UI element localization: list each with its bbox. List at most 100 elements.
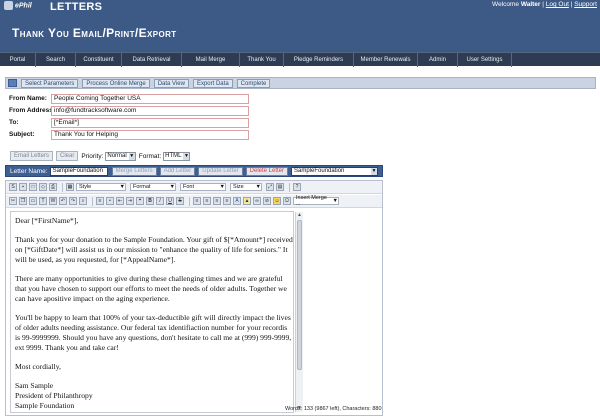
letter-name-input[interactable]: SampleFoundation bbox=[49, 166, 108, 176]
chevron-down-icon: ▼ bbox=[119, 184, 125, 190]
chevron-down-icon: ▼ bbox=[128, 152, 135, 160]
from-address-label: From Address: bbox=[9, 107, 55, 114]
update-letter-button[interactable]: Update Letter bbox=[198, 166, 243, 176]
nav-constituent[interactable]: Constituent bbox=[76, 53, 122, 67]
new-page-icon[interactable]: □ bbox=[29, 183, 37, 191]
underline-icon[interactable]: U bbox=[166, 197, 174, 205]
source-icon[interactable]: S bbox=[9, 183, 17, 191]
nav-portal[interactable]: Portal bbox=[0, 53, 36, 67]
letter-greeting: Dear [*FirstName*], bbox=[15, 216, 79, 225]
redo-icon[interactable]: ↷ bbox=[69, 197, 77, 205]
nav-user-settings[interactable]: User Settings bbox=[458, 53, 512, 67]
step-select-parameters[interactable]: Select Parameters bbox=[21, 78, 79, 88]
bullet-list-icon[interactable]: • bbox=[106, 197, 114, 205]
nav-pledge-reminders[interactable]: Pledge Reminders bbox=[284, 53, 354, 67]
numbered-list-icon[interactable]: ≡ bbox=[96, 197, 104, 205]
format-select[interactable]: HTML ▼ bbox=[163, 151, 191, 161]
strike-icon[interactable]: S bbox=[176, 197, 184, 205]
chevron-down-icon: ▼ bbox=[183, 152, 190, 160]
preview-icon[interactable]: ◇ bbox=[39, 183, 47, 191]
scroll-up-icon[interactable]: ▲ bbox=[296, 212, 303, 219]
blockquote-icon[interactable]: ❝ bbox=[136, 197, 144, 205]
email-controls: Email Letters Clear Priority: Normal ▼ Fo… bbox=[10, 151, 193, 161]
header: ePhil LETTERS Welcome Walter | Log Out |… bbox=[0, 0, 600, 52]
indent-icon[interactable]: ⇥ bbox=[126, 197, 134, 205]
smiley-icon[interactable]: ☺ bbox=[273, 197, 281, 205]
step-data-view[interactable]: Data View bbox=[153, 78, 189, 88]
add-letter-button[interactable]: Add Letter bbox=[159, 166, 196, 176]
nav-admin[interactable]: Admin bbox=[418, 53, 458, 67]
style-label: Style bbox=[79, 184, 92, 190]
main-nav: Portal Search Constituent Data Retrieval… bbox=[0, 52, 600, 67]
subject-input[interactable]: Thank You for Helping bbox=[51, 130, 249, 140]
nav-member-renewals[interactable]: Member Renewals bbox=[354, 53, 418, 67]
merge-letters-button[interactable]: Merge Letters bbox=[111, 166, 157, 176]
justify-icon[interactable]: ≡ bbox=[223, 197, 231, 205]
font-dropdown[interactable]: Font ▼ bbox=[180, 183, 226, 191]
letter-bar: Letter Name: SampleFoundation Merge Lett… bbox=[5, 165, 383, 177]
logout-link[interactable]: Log Out bbox=[546, 1, 569, 8]
letter-name-label: Letter Name: bbox=[10, 167, 48, 175]
editor-scrollbar[interactable]: ▲ ▼ bbox=[295, 212, 303, 412]
logo-icon bbox=[4, 1, 13, 10]
email-letters-button[interactable]: Email Letters bbox=[10, 151, 54, 161]
nav-data-retrieval[interactable]: Data Retrieval bbox=[122, 53, 182, 67]
letters-app: ePhil LETTERS Welcome Walter | Log Out |… bbox=[0, 0, 600, 416]
chevron-down-icon: ▼ bbox=[255, 184, 261, 190]
maximize-icon[interactable]: ⤢ bbox=[266, 183, 274, 191]
priority-select[interactable]: Normal ▼ bbox=[105, 151, 136, 161]
template-icon[interactable]: ▦ bbox=[66, 183, 74, 191]
paste-word-icon[interactable]: W bbox=[49, 197, 57, 205]
delete-letter-button[interactable]: Delete Letter bbox=[245, 166, 289, 176]
letter-content[interactable]: Dear [*FirstName*], Thank you for your d… bbox=[10, 211, 294, 413]
align-left-icon[interactable]: ≡ bbox=[193, 197, 201, 205]
support-link[interactable]: Support bbox=[574, 1, 597, 8]
save-icon[interactable]: ▪ bbox=[19, 183, 27, 191]
bg-color-icon[interactable]: ▲ bbox=[243, 197, 251, 205]
steps-icon bbox=[8, 79, 17, 87]
from-name-input[interactable]: People Coming Together USA bbox=[51, 94, 249, 104]
letter-editor: S ▪ □ ◇ ⎙ ▦ Style ▼ Format ▼ Font ▼ Size ▼ ⤢… bbox=[5, 180, 383, 416]
welcome-prefix: Welcome bbox=[492, 1, 521, 8]
about-icon[interactable]: ? bbox=[293, 183, 301, 191]
nav-search[interactable]: Search bbox=[36, 53, 76, 67]
paste-text-icon[interactable]: T bbox=[39, 197, 47, 205]
align-center-icon[interactable]: ≡ bbox=[203, 197, 211, 205]
text-color-icon[interactable]: A bbox=[233, 197, 241, 205]
letter-select[interactable]: SampleFoundation ▼ bbox=[291, 166, 379, 176]
cut-icon[interactable]: ✂ bbox=[9, 197, 17, 205]
nav-thank-you[interactable]: Thank You bbox=[240, 53, 284, 67]
to-input[interactable]: [*Email*] bbox=[51, 118, 249, 128]
outdent-icon[interactable]: ⇤ bbox=[116, 197, 124, 205]
copy-icon[interactable]: ❐ bbox=[19, 197, 27, 205]
editor-toolbar-1: S ▪ □ ◇ ⎙ ▦ Style ▼ Format ▼ Font ▼ Size ▼ ⤢… bbox=[6, 181, 382, 194]
undo-icon[interactable]: ↶ bbox=[59, 197, 67, 205]
insert-merge-dropdown[interactable]: Insert Merge ... ▼ bbox=[293, 195, 339, 207]
format-dropdown[interactable]: Format ▼ bbox=[130, 183, 176, 191]
align-right-icon[interactable]: ≡ bbox=[213, 197, 221, 205]
link-icon[interactable]: ∞ bbox=[253, 197, 261, 205]
letter-paragraph-3: You'll be happy to learn that 100% of yo… bbox=[15, 313, 292, 352]
scroll-thumb[interactable] bbox=[297, 220, 302, 370]
print-icon[interactable]: ⎙ bbox=[49, 183, 57, 191]
special-char-icon[interactable]: Ω bbox=[283, 197, 291, 205]
toolbar-separator bbox=[92, 196, 93, 206]
find-icon[interactable]: ⌕ bbox=[79, 197, 87, 205]
size-dropdown[interactable]: Size ▼ bbox=[230, 183, 262, 191]
step-complete[interactable]: Complete bbox=[236, 78, 271, 88]
chevron-down-icon: ▼ bbox=[332, 198, 338, 204]
clear-button[interactable]: Clear bbox=[56, 151, 79, 161]
step-process-online-merge[interactable]: Process Online Merge bbox=[82, 78, 150, 88]
from-address-input[interactable]: info@fundtracksoftware.com bbox=[51, 106, 249, 116]
step-export-data[interactable]: Export Data bbox=[192, 78, 233, 88]
show-blocks-icon[interactable]: ▤ bbox=[276, 183, 284, 191]
format-label: Format: bbox=[138, 152, 162, 160]
steps-toolbar: Select Parameters Process Online Merge D… bbox=[5, 77, 596, 89]
size-label: Size bbox=[233, 184, 244, 190]
unlink-icon[interactable]: ⊘ bbox=[263, 197, 271, 205]
style-dropdown[interactable]: Style ▼ bbox=[76, 183, 126, 191]
italic-icon[interactable]: I bbox=[156, 197, 164, 205]
bold-icon[interactable]: B bbox=[146, 197, 154, 205]
paste-icon[interactable]: ▭ bbox=[29, 197, 37, 205]
nav-mail-merge[interactable]: Mail Merge bbox=[182, 53, 240, 67]
